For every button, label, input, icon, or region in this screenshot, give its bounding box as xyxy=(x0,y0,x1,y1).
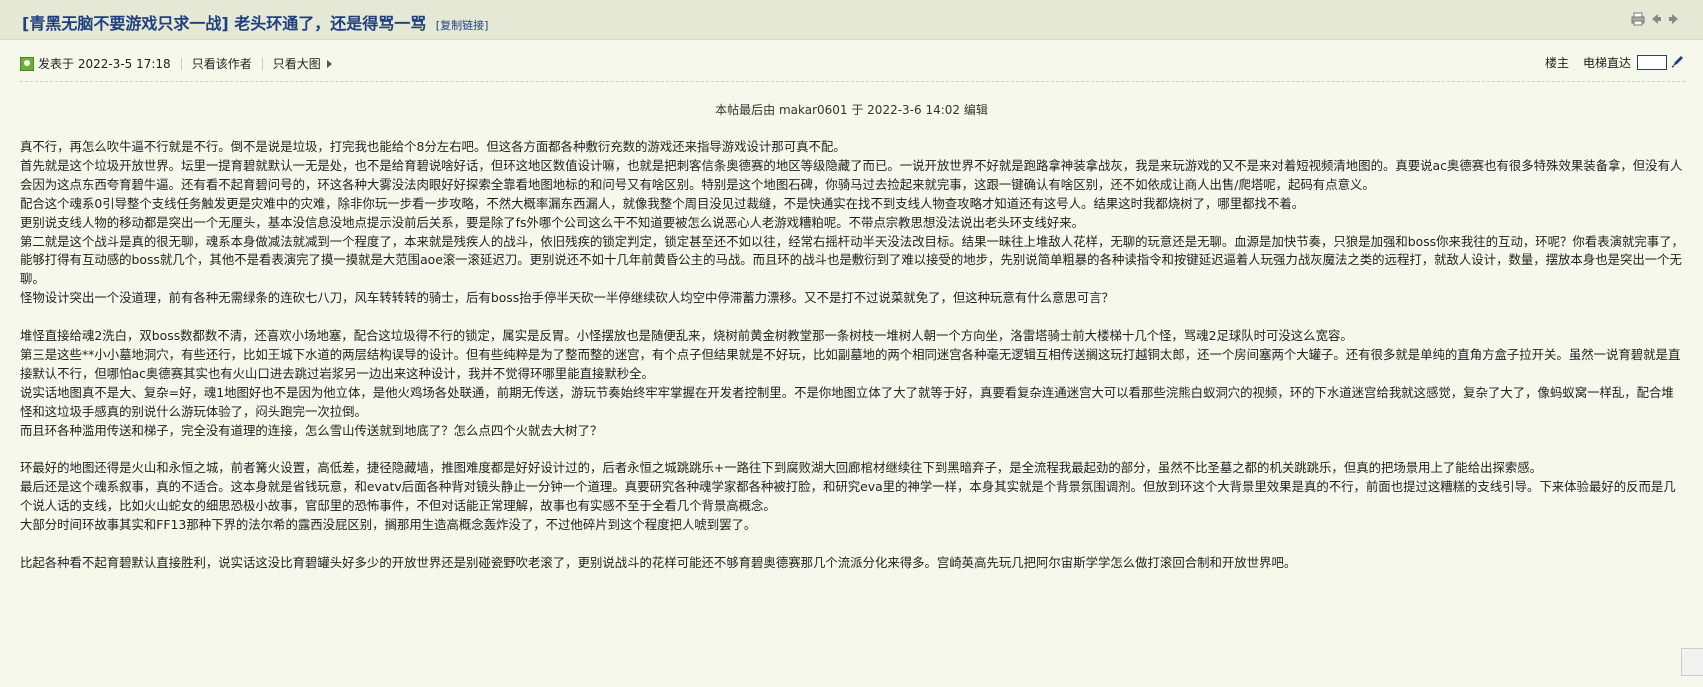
post-paragraph: 配合这个魂系0引导整个支线任务触发更是灾难中的灾难，除非你玩一步看一步攻略，不然… xyxy=(20,195,1305,211)
user-online-icon xyxy=(20,56,34,71)
post-paragraph: 第二就是这个战斗是真的很无聊，魂系本身做减法就减到一个程度了，本来就是残疾人的战… xyxy=(20,233,1684,287)
print-icon[interactable] xyxy=(1631,12,1645,26)
next-thread-icon[interactable] xyxy=(1667,12,1681,26)
post-paragraph: 真不行，再怎么吹牛逼不行就是不行。倒不是说是垃圾，打完我也能给个8分左右吧。但这… xyxy=(20,139,846,154)
post-meta-bar: 发表于 2022-3-5 17:18 只看该作者 只看大图 楼主 电梯直达 xyxy=(20,55,1685,77)
post-content: 真不行，再怎么吹牛逼不行就是不行。倒不是说是垃圾，打完我也能给个8分左右吧。但这… xyxy=(20,138,1685,573)
elevator-label: 电梯直达 xyxy=(1582,56,1631,70)
post-paragraph: 环最好的地图还得是火山和永恒之城，前者篝火设置，高低差，捷径隐藏墙，推图难度都是… xyxy=(20,460,1543,476)
floor-label: 楼主 xyxy=(1544,56,1569,70)
meta-divider xyxy=(20,81,1685,82)
caret-right-icon[interactable] xyxy=(326,59,332,68)
post-paragraph: 比起各种看不起育碧默认直接胜利，说实话这没比育碧罐头好多少的开放世界还是别碰瓷野… xyxy=(20,554,1297,570)
post-paragraph: 最后还是这个魂系叙事，真的不适合。这本身就是省钱玩意，和evatv后面各种背对镜… xyxy=(20,479,1676,514)
post-paragraph: 堆怪直接给魂2洗白，双boss数都数不清，还喜欢小场地塞，配合这垃圾得不行的锁定… xyxy=(20,328,1353,344)
only-images-link[interactable]: 只看大图 xyxy=(273,55,321,72)
post-meta-right: 楼主 电梯直达 xyxy=(1545,54,1685,71)
prev-thread-icon[interactable] xyxy=(1649,12,1663,26)
header-icons xyxy=(1631,12,1681,26)
thread-title: [青黑无脑不要游戏只求一战] 老头环通了，还是得骂一骂 [复制链接] xyxy=(22,10,488,34)
copy-link[interactable]: [复制链接] xyxy=(436,19,489,32)
post-date: 发表于 2022-3-5 17:18 xyxy=(38,57,171,71)
post-meta-left: 发表于 2022-3-5 17:18 只看该作者 只看大图 xyxy=(20,55,332,72)
post-paragraph: 怪物设计突出一个没道理，前有各种无需绿条的连砍七八刀，风车转转转的骑士，后有bo… xyxy=(20,290,1114,306)
post-paragraph: 说实话地图真不是大、复杂=好，魂1地图好也不是因为他立体，是他火鸡场各处联通，前… xyxy=(20,384,1674,419)
side-toolbar-button[interactable] xyxy=(1681,648,1703,676)
thread-header: [青黑无脑不要游戏只求一战] 老头环通了，还是得骂一骂 [复制链接] xyxy=(0,0,1703,40)
floor-jump-input[interactable] xyxy=(1637,55,1667,70)
post-paragraph: 首先就是这个垃圾开放世界。坛里一提育碧就默认一无是处，也不是给育碧说啥好话，但环… xyxy=(20,157,1683,192)
post-paragraph: 而且环各种滥用传送和梯子，完全没有道理的连接，怎么雪山传送就到地底了？怎么点四个… xyxy=(20,422,603,438)
post-paragraph: 更别说支线人物的移动都是突出一个无厘头，基本没信息没地点提示没前后关系，要是除了… xyxy=(20,214,1085,230)
post-paragraph: 大部分时间环故事其实和FF13那种下界的法尔希的露西没屁区别，搁那用生造高概念轰… xyxy=(20,517,757,533)
only-author-link[interactable]: 只看该作者 xyxy=(192,55,252,72)
divider xyxy=(180,57,182,70)
edit-note: 本帖最后由 makar0601 于 2022-3-6 14:02 编辑 xyxy=(715,103,988,117)
post-paragraph: 第三是这些**小小墓地洞穴，有些还行，比如王城下水道的两层结构误导的设计。但有些… xyxy=(20,346,1681,381)
go-pen-icon[interactable] xyxy=(1671,54,1685,71)
divider xyxy=(261,57,263,70)
thread-title-text: [青黑无脑不要游戏只求一战] 老头环通了，还是得骂一骂 xyxy=(22,14,427,33)
